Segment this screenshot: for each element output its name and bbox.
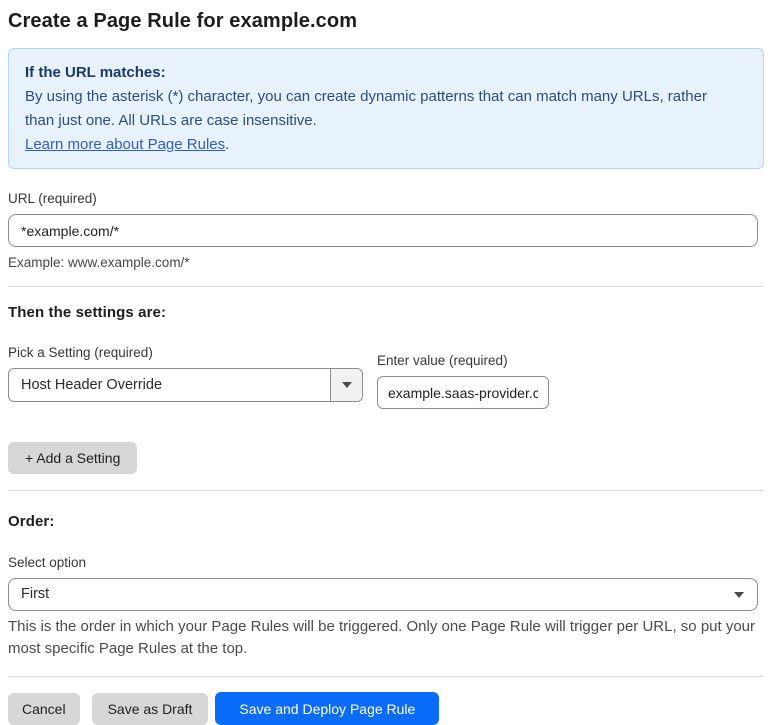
learn-more-link[interactable]: Learn more about Page Rules: [25, 136, 225, 153]
setting-select[interactable]: Host Header Override: [8, 368, 363, 402]
url-example-text: Example: www.example.com/*: [8, 255, 190, 270]
order-select[interactable]: First: [8, 578, 758, 611]
order-caret-wrap: [734, 579, 757, 610]
enter-value-column: Enter value (required): [377, 353, 549, 409]
order-heading: Order:: [8, 513, 55, 530]
caret-down-icon: [734, 591, 744, 598]
setting-row: Pick a Setting (required) Host Header Ov…: [8, 345, 764, 409]
divider: [8, 286, 764, 287]
divider: [8, 676, 764, 677]
footer-actions: Cancel Save as Draft Save and Deploy Pag…: [8, 692, 764, 725]
caret-down-icon: [341, 382, 352, 388]
pick-setting-label: Pick a Setting (required): [8, 345, 153, 360]
page-title: Create a Page Rule for example.com: [8, 10, 358, 32]
add-setting-button[interactable]: + Add a Setting: [8, 442, 138, 474]
settings-section: Then the settings are: Pick a Setting (r…: [8, 304, 764, 474]
info-box-link-line: Learn more about Page Rules.: [25, 133, 747, 157]
order-section: Order: Select option First This is the o…: [8, 513, 764, 660]
cancel-button[interactable]: Cancel: [8, 692, 80, 725]
order-select-label: Select option: [8, 555, 87, 570]
settings-heading: Then the settings are:: [8, 304, 167, 321]
info-box-heading: If the URL matches:: [25, 64, 166, 81]
setting-value-input[interactable]: [377, 376, 549, 409]
setting-select-arrow-button[interactable]: [330, 369, 362, 401]
info-box-body: By using the asterisk (*) character, you…: [25, 88, 707, 129]
save-and-deploy-button[interactable]: Save and Deploy Page Rule: [215, 692, 440, 725]
order-help-text: This is the order in which your Page Rul…: [8, 618, 756, 657]
url-section: URL (required) Example: www.example.com/…: [8, 191, 764, 270]
url-label: URL (required): [8, 191, 97, 206]
url-matches-info-box: If the URL matches: By using the asteris…: [8, 48, 764, 169]
url-input[interactable]: [8, 214, 758, 247]
enter-value-label: Enter value (required): [377, 353, 508, 368]
divider: [8, 490, 764, 491]
setting-select-value: Host Header Override: [21, 377, 163, 393]
link-period: .: [225, 136, 230, 153]
save-as-draft-button[interactable]: Save as Draft: [91, 692, 209, 725]
pick-setting-column: Pick a Setting (required) Host Header Ov…: [8, 345, 363, 402]
order-select-value: First: [21, 586, 50, 602]
